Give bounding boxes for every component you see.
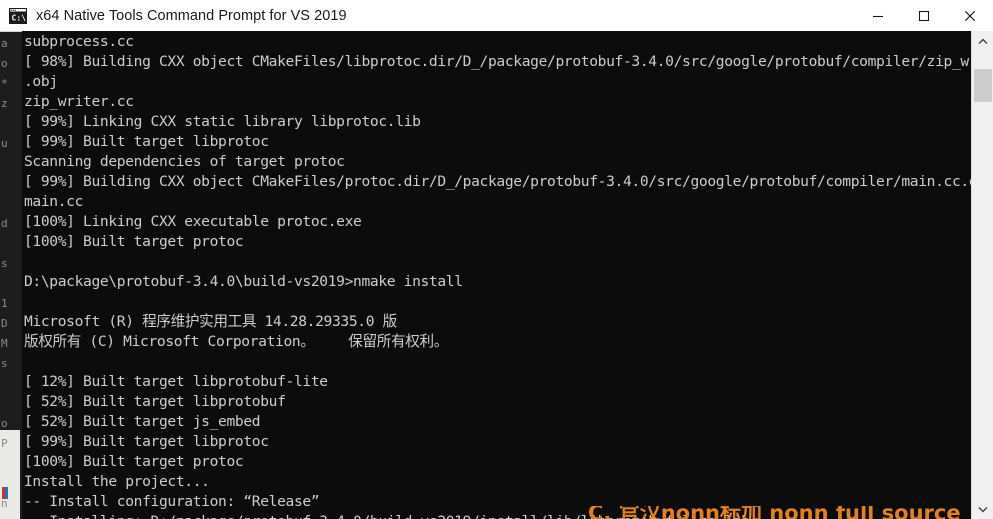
terminal-line: [ 52%] Built target libprotobuf (24, 393, 286, 410)
terminal-line: Microsoft (R) 程序维护实用工具 14.28.29335.0 版 (24, 313, 397, 330)
screenshot-root: a o * z u d s 1 D M s o P n : d g e M m … (0, 0, 993, 519)
maximize-icon (918, 10, 930, 21)
terminal-line: main.cc (24, 193, 84, 210)
terminal-line: Install the project... (24, 473, 210, 490)
terminal-line: [ 99%] Building CXX object CMakeFiles/pr… (24, 173, 971, 190)
terminal-line: [ 99%] Built target libprotoc (24, 133, 269, 150)
title-bar[interactable]: C:\ x64 Native Tools Command Prompt for … (0, 0, 993, 32)
minimize-icon (873, 15, 883, 17)
terminal-line: [100%] Linking CXX executable protoc.exe (24, 213, 362, 230)
terminal-line-list: subprocess.cc [ 98%] Building CXX object … (24, 32, 971, 519)
terminal-line: 版权所有 (C) Microsoft Corporation。 保留所有权利。 (24, 333, 449, 350)
close-icon (964, 10, 976, 21)
chevron-down-icon (978, 506, 988, 512)
console-window: C:\ x64 Native Tools Command Prompt for … (0, 0, 993, 519)
terminal-line: -- Install configuration: “Release” (24, 493, 320, 510)
scrollbar-down-button[interactable] (972, 499, 993, 519)
terminal-line: [ 99%] Linking CXX static library libpro… (24, 113, 421, 130)
terminal-line: .obj (24, 73, 58, 90)
svg-text:C:\: C:\ (12, 13, 27, 22)
terminal-line: [100%] Built target protoc (24, 453, 244, 470)
close-button[interactable] (947, 0, 993, 31)
scrollbar-up-button[interactable] (972, 31, 993, 51)
scrollbar-thumb[interactable] (974, 69, 992, 102)
maximize-button[interactable] (901, 0, 947, 31)
window-title: x64 Native Tools Command Prompt for VS 2… (36, 7, 347, 24)
terminal-line: Scanning dependencies of target protoc (24, 153, 345, 170)
terminal-output-area[interactable]: subprocess.cc [ 98%] Building CXX object … (22, 31, 971, 519)
terminal-line: zip_writer.cc (24, 93, 134, 110)
terminal-line: -- Installing: D:/package/protobuf-3.4.0… (24, 512, 971, 519)
terminal-line: [ 98%] Building CXX object CMakeFiles/li… (24, 53, 971, 70)
minimize-button[interactable] (855, 0, 901, 31)
terminal-line: [ 52%] Built target js_embed (24, 413, 261, 430)
terminal-line: [100%] Built target protoc (24, 233, 244, 250)
chevron-up-icon (978, 38, 988, 44)
terminal-scrollbar[interactable] (971, 31, 993, 519)
terminal-line: [ 12%] Built target libprotobuf-lite (24, 373, 328, 390)
console-icon: C:\ (9, 7, 27, 24)
terminal-line: [ 99%] Built target libprotoc (24, 433, 269, 450)
terminal-line: subprocess.cc (24, 33, 134, 50)
terminal-line: D:\package\protobuf-3.4.0\build-vs2019>n… (24, 273, 463, 290)
